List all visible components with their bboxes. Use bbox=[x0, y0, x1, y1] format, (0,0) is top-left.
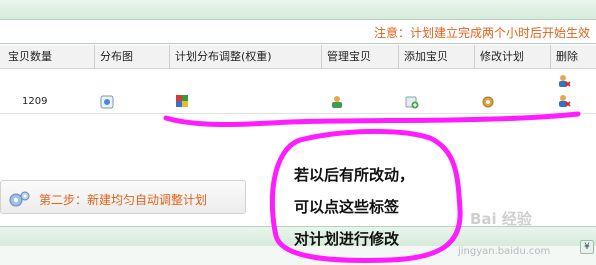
top-toolbar bbox=[0, 0, 596, 20]
manage-items-icon[interactable] bbox=[330, 95, 344, 109]
column-divider bbox=[474, 45, 475, 69]
column-divider bbox=[94, 45, 95, 69]
column-divider bbox=[169, 45, 170, 69]
col-header-manage: 管理宝贝 bbox=[327, 50, 371, 63]
expand-button[interactable]: ¥ bbox=[580, 240, 594, 254]
annotation-line: 若以后有所改动， bbox=[294, 166, 415, 184]
delete-plan-icon[interactable] bbox=[557, 94, 571, 108]
watermark-url: jingyan.baidu.com bbox=[458, 246, 551, 257]
gear-icon bbox=[7, 189, 31, 209]
table-header: 宝贝数量 分布图 计划分布调整(权重) 管理宝贝 添加宝贝 修改计划 删除 bbox=[0, 45, 596, 69]
edit-plan-icon[interactable] bbox=[481, 95, 495, 109]
header-actions-row bbox=[0, 70, 596, 90]
watermark-logo: Bai 经验 bbox=[470, 210, 532, 228]
table-row: 1209 bbox=[0, 90, 596, 114]
item-count: 1209 bbox=[22, 96, 48, 107]
distribution-map-icon[interactable] bbox=[100, 95, 114, 109]
annotation-line: 可以点这些标签 bbox=[294, 198, 400, 216]
notice-row: 注意：计划建立完成两个小时后开始生效 bbox=[0, 20, 596, 44]
column-divider bbox=[321, 45, 322, 69]
create-uniform-plan-button[interactable]: 第二步：新建均匀自动调整计划 bbox=[0, 180, 246, 214]
notice-text: 注意：计划建立完成两个小时后开始生效 bbox=[373, 26, 590, 40]
col-header-delete: 删除 bbox=[556, 50, 578, 63]
annotation-line: 对计划进行修改 bbox=[294, 230, 400, 248]
delete-all-icon[interactable] bbox=[557, 74, 571, 88]
col-header-add: 添加宝贝 bbox=[404, 50, 448, 63]
col-header-count: 宝贝数量 bbox=[8, 50, 52, 63]
col-header-edit: 修改计划 bbox=[480, 50, 524, 63]
col-header-weight: 计划分布调整(权重) bbox=[175, 50, 272, 63]
add-item-icon[interactable] bbox=[405, 95, 419, 109]
col-header-distribution: 分布图 bbox=[100, 50, 133, 63]
annotation-note: 若以后有所改动， 可以点这些标签 对计划进行修改 bbox=[274, 148, 460, 262]
column-divider bbox=[550, 45, 551, 69]
step-button-label: 第二步：新建均匀自动调整计划 bbox=[39, 193, 208, 207]
weight-adjust-icon[interactable] bbox=[175, 94, 189, 108]
column-divider bbox=[398, 45, 399, 69]
